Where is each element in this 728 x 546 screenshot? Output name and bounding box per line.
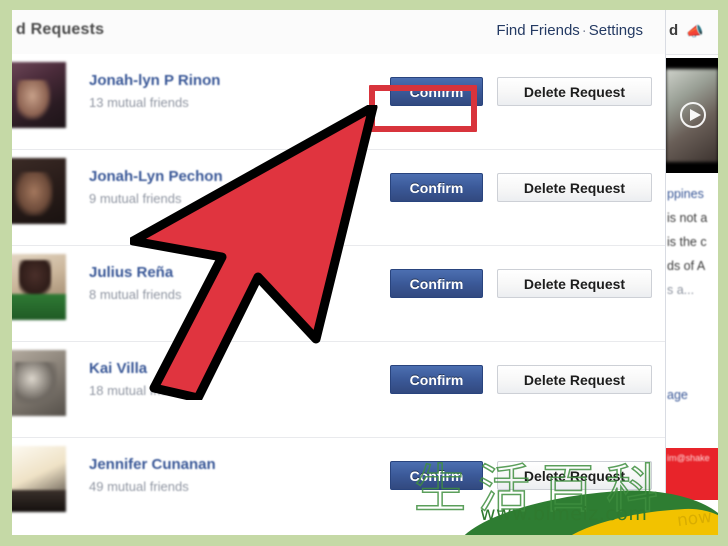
header-links: Find Friends · Settings (496, 22, 643, 39)
confirm-button[interactable]: Confirm (390, 173, 483, 202)
sidebar-text-line: s a... (667, 283, 695, 297)
table-row: Jonah-lyn P Rinon 13 mutual friends Conf… (12, 54, 665, 150)
avatar[interactable] (12, 254, 66, 320)
request-name[interactable]: Jennifer Cunanan (89, 456, 216, 473)
mutual-friends-count: 18 mutual friends (89, 383, 189, 398)
row-actions: Confirm Delete Request (390, 269, 652, 298)
row-actions: Confirm Delete Request (390, 173, 652, 202)
play-icon[interactable] (680, 102, 706, 128)
table-row: Julius Reña 8 mutual friends Confirm Del… (12, 246, 665, 342)
avatar[interactable] (12, 350, 66, 416)
sidebar-page-link[interactable]: age (667, 388, 688, 402)
mutual-friends-count: 49 mutual friends (89, 479, 189, 494)
sidebar-text-line: is the c (667, 235, 707, 249)
confirm-button[interactable]: Confirm (390, 77, 483, 106)
megaphone-icon[interactable]: 📣 (686, 23, 703, 40)
sidebar-video-thumbnail[interactable] (666, 58, 718, 173)
request-name[interactable]: Jonah-lyn P Rinon (89, 72, 220, 89)
delete-request-button[interactable]: Delete Request (497, 461, 652, 490)
row-actions: Confirm Delete Request (390, 461, 652, 490)
confirm-button[interactable]: Confirm (390, 365, 483, 394)
confirm-button[interactable]: Confirm (390, 269, 483, 298)
table-row: Jennifer Cunanan 49 mutual friends Confi… (12, 438, 665, 522)
sidebar-text-line: is not a (667, 211, 708, 225)
settings-link[interactable]: Settings (589, 22, 643, 39)
request-name[interactable]: Julius Reña (89, 264, 173, 281)
table-row: Jonah-Lyn Pechon 9 mutual friends Confir… (12, 150, 665, 246)
friend-request-list: Jonah-lyn P Rinon 13 mutual friends Conf… (12, 54, 665, 522)
row-actions: Confirm Delete Request (390, 365, 652, 394)
friend-requests-card: d Requests Find Friends · Settings Jonah-l… (12, 10, 666, 522)
sidebar-text-line: ppines (667, 187, 704, 201)
sidebar-header-label: d (669, 22, 679, 39)
find-friends-link[interactable]: Find Friends (496, 22, 579, 39)
screenshot-canvas: d Requests Find Friends · Settings Jonah-l… (12, 10, 718, 535)
sidebar-post-text: ppines is not a is the c ds of A s a... (666, 182, 718, 302)
outer-green-frame: d Requests Find Friends · Settings Jonah-l… (0, 0, 728, 546)
table-row: Kai Villa 18 mutual friends Confirm Dele… (12, 342, 665, 438)
delete-request-button[interactable]: Delete Request (497, 77, 652, 106)
request-name[interactable]: Kai Villa (89, 360, 147, 377)
link-separator: · (581, 22, 587, 39)
card-header: d Requests Find Friends · Settings (12, 10, 665, 55)
ad-text: im@shake (667, 453, 710, 463)
avatar[interactable] (12, 158, 66, 224)
delete-request-button[interactable]: Delete Request (497, 173, 652, 202)
request-name[interactable]: Jonah-Lyn Pechon (89, 168, 223, 185)
sidebar-ad-banner[interactable]: im@shake (666, 448, 718, 500)
page-title: d Requests (16, 21, 105, 38)
mutual-friends-count: 9 mutual friends (89, 191, 182, 206)
confirm-button[interactable]: Confirm (390, 461, 483, 490)
mutual-friends-count: 8 mutual friends (89, 287, 182, 302)
delete-request-button[interactable]: Delete Request (497, 365, 652, 394)
sidebar-text-line: ds of A (667, 259, 706, 273)
mutual-friends-count: 13 mutual friends (89, 95, 189, 110)
avatar[interactable] (12, 446, 66, 512)
sidebar-header: d 📣 (666, 10, 718, 55)
delete-request-button[interactable]: Delete Request (497, 269, 652, 298)
row-actions: Confirm Delete Request (390, 77, 652, 106)
avatar[interactable] (12, 62, 66, 128)
right-sidebar: d 📣 ppines is not a is the c ds of A s a… (666, 10, 718, 535)
